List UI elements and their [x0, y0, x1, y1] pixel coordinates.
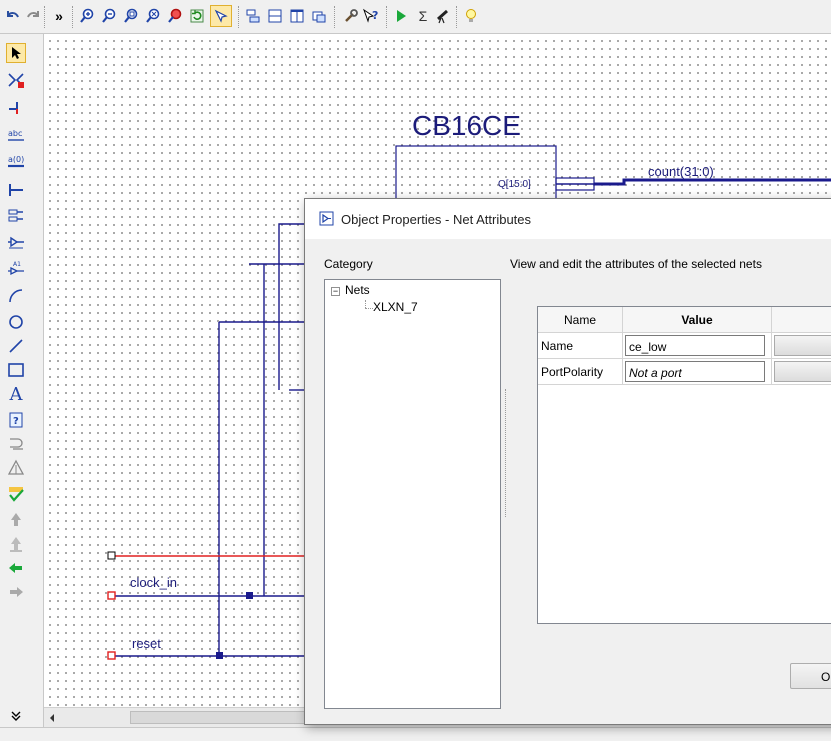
select-mode-icon[interactable] — [210, 5, 232, 27]
forward-icon[interactable] — [6, 582, 26, 602]
align-left-icon[interactable] — [244, 7, 262, 25]
tree-node-nets[interactable]: Nets — [345, 283, 370, 297]
align-columns-icon[interactable] — [288, 7, 306, 25]
telescope-icon[interactable] — [434, 7, 452, 25]
attribute-value-cell: ce_low — [623, 333, 772, 359]
arc-icon[interactable] — [6, 286, 26, 306]
tip-icon[interactable] — [462, 7, 480, 25]
help-cursor-icon[interactable]: ? — [362, 7, 380, 25]
more-icon[interactable] — [6, 706, 26, 726]
settings-icon[interactable] — [342, 7, 360, 25]
undo-icon[interactable] — [4, 7, 22, 25]
add-symbol-pin-icon[interactable] — [6, 434, 26, 454]
net-attributes-dialog: Object Properties - Net Attributes Categ… — [304, 198, 831, 725]
text-icon[interactable]: A — [6, 384, 26, 405]
attribute-name-cell: PortPolarity — [538, 359, 623, 385]
toolbar-overflow-button[interactable]: » — [50, 7, 68, 25]
dialog-title: Object Properties - Net Attributes — [341, 212, 532, 227]
ok-button[interactable]: O — [790, 663, 831, 689]
component-title: CB16CE — [412, 110, 521, 141]
rectangle-icon[interactable] — [6, 360, 26, 380]
zoom-out-icon[interactable] — [100, 7, 118, 25]
zoom-full-icon[interactable] — [122, 7, 140, 25]
sum-icon[interactable]: Σ — [414, 7, 432, 25]
attribute-name-cell: Name — [538, 333, 623, 359]
attribute-button-cell — [772, 359, 831, 385]
dialog-description: View and edit the attributes of the sele… — [510, 257, 762, 271]
hierarchy-icon[interactable] — [6, 458, 26, 478]
dialog-titlebar[interactable]: Object Properties - Net Attributes — [305, 199, 831, 239]
net-name-icon[interactable]: abc — [6, 126, 26, 146]
line-icon[interactable] — [6, 336, 26, 356]
svg-text:?: ? — [372, 9, 378, 22]
bus-label: count(31:0) — [648, 164, 714, 179]
push-icon[interactable] — [6, 510, 26, 530]
scroll-thumb[interactable] — [130, 711, 330, 724]
zoom-fit-icon[interactable] — [144, 7, 162, 25]
window-icon[interactable] — [310, 7, 328, 25]
category-label: Category — [324, 257, 373, 271]
select-arrow-icon[interactable] — [6, 43, 26, 63]
grid-header-extra — [772, 307, 831, 333]
add-net-icon[interactable] — [6, 70, 26, 90]
grid-header-value[interactable]: Value — [623, 307, 772, 333]
table-row: Name ce_low — [538, 333, 831, 359]
circle-icon[interactable] — [6, 312, 26, 332]
refresh-icon[interactable] — [188, 7, 206, 25]
svg-text:A1: A1 — [13, 261, 21, 268]
status-bar — [0, 727, 831, 741]
drawing-toolbar: abc a(0) A1 A ? — [0, 34, 44, 741]
collapse-icon[interactable]: − — [331, 287, 340, 296]
symbol-info-icon[interactable]: ? — [6, 410, 26, 430]
tree-node-xlxn7[interactable]: XLXN_7 — [373, 300, 418, 314]
net-label-clock[interactable]: clock_in — [130, 575, 177, 590]
grid-header-name[interactable]: Name — [538, 307, 623, 333]
redo-icon[interactable] — [24, 7, 42, 25]
port-polarity-value-input[interactable]: Not a port — [625, 361, 765, 382]
add-instance-icon[interactable]: A1 — [6, 258, 26, 278]
name-edit-button[interactable] — [774, 335, 831, 356]
net-label-reset[interactable]: reset — [132, 636, 161, 651]
zoom-selection-icon[interactable] — [166, 7, 184, 25]
check-icon[interactable] — [6, 484, 26, 504]
category-tree[interactable]: − Nets XLXN_7 — [324, 279, 501, 709]
add-io-marker-icon[interactable] — [6, 206, 26, 226]
svg-text:a(0): a(0) — [8, 155, 24, 164]
back-icon[interactable] — [6, 558, 26, 578]
dialog-app-icon — [319, 211, 334, 226]
add-wire-icon[interactable] — [6, 98, 26, 118]
bus-tap-icon[interactable] — [6, 180, 26, 200]
svg-text:abc: abc — [8, 129, 22, 138]
port-polarity-edit-button[interactable] — [774, 361, 831, 382]
pop-icon[interactable] — [6, 534, 26, 554]
bus-name-icon[interactable]: a(0) — [6, 152, 26, 172]
attribute-value-cell: Not a port — [623, 359, 772, 385]
panel-splitter[interactable] — [505, 389, 508, 517]
svg-text:?: ? — [13, 416, 19, 427]
name-value-input[interactable]: ce_low — [625, 335, 765, 356]
add-symbol-icon[interactable] — [6, 232, 26, 252]
pin-label: Q[15:0] — [498, 179, 531, 190]
run-icon[interactable] — [392, 7, 410, 25]
grid-header-row: Name Value — [538, 307, 831, 333]
main-toolbar: » ? Σ — [0, 0, 831, 34]
scroll-left-icon[interactable] — [48, 712, 56, 726]
zoom-in-icon[interactable] — [78, 7, 96, 25]
table-row: PortPolarity Not a port — [538, 359, 831, 385]
align-rows-icon[interactable] — [266, 7, 284, 25]
attributes-grid: Name Value Name ce_low PortPolarity Not … — [537, 306, 831, 624]
attribute-button-cell — [772, 333, 831, 359]
